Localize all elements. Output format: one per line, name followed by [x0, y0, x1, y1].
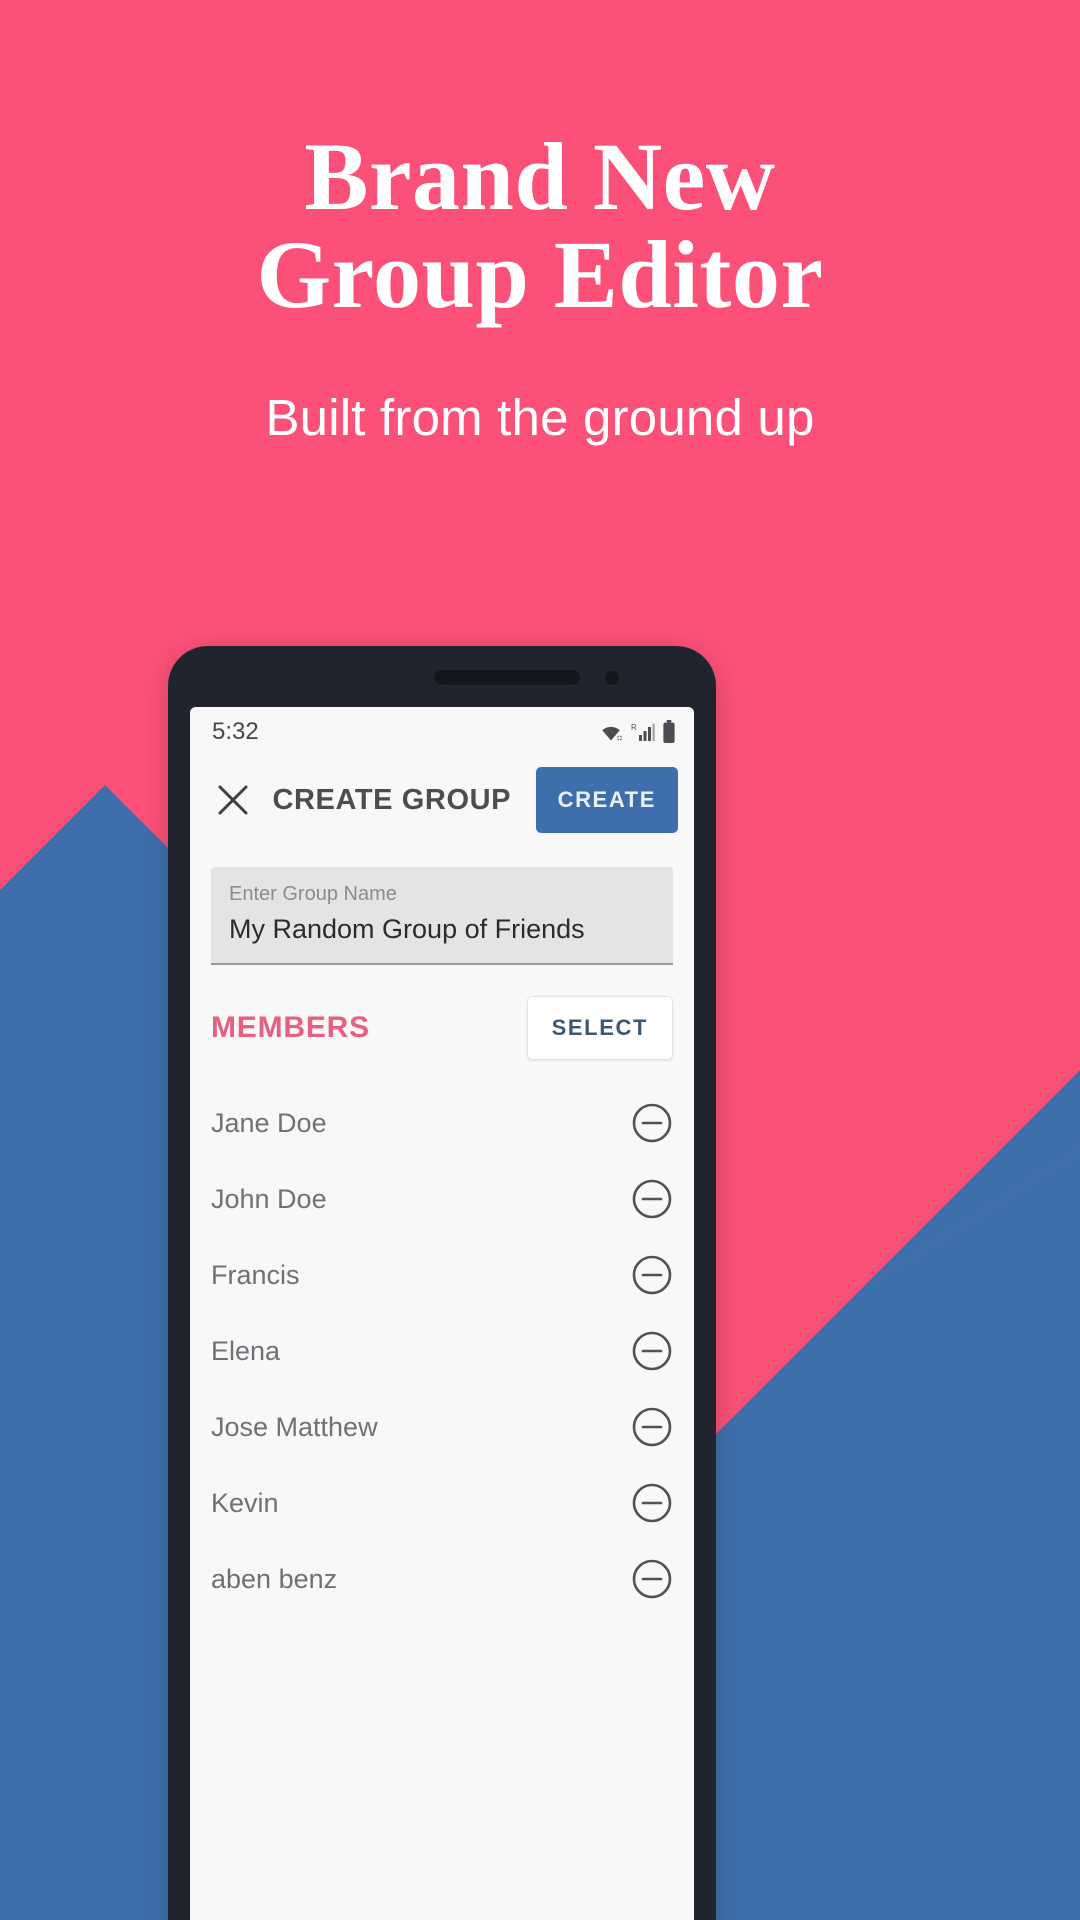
promo-headline-line-2: Group Editor	[256, 220, 824, 328]
phone-speaker-grille	[434, 670, 580, 685]
phone-screen: 5:32 R CREATE GROUP CREATE Enter Group N…	[190, 707, 694, 1920]
remove-circle-icon[interactable]	[631, 1406, 673, 1448]
remove-circle-icon[interactable]	[631, 1178, 673, 1220]
create-group-button[interactable]: CREATE	[535, 767, 678, 833]
remove-circle-icon[interactable]	[631, 1102, 673, 1144]
wifi-icon	[602, 726, 623, 742]
promo-subheadline: Built from the ground up	[265, 388, 815, 446]
group-name-input[interactable]: My Random Group of Friends	[229, 913, 655, 947]
members-title: MEMBERS	[211, 1011, 370, 1044]
member-row[interactable]: Kevin	[211, 1465, 673, 1541]
status-bar: 5:32 R	[190, 707, 694, 757]
remove-circle-icon[interactable]	[631, 1558, 673, 1600]
phone-mockup: 5:32 R CREATE GROUP CREATE Enter Group N…	[168, 646, 716, 1920]
members-list: Jane Doe John Doe Francis Elena Jose Mat…	[190, 1085, 694, 1617]
close-icon	[218, 785, 248, 815]
app-bar: CREATE GROUP CREATE	[190, 757, 694, 843]
member-name: Jose Matthew	[211, 1411, 378, 1442]
member-name: aben benz	[211, 1563, 338, 1594]
member-row[interactable]: Jose Matthew	[211, 1389, 673, 1465]
select-members-button[interactable]: SELECT	[526, 996, 673, 1060]
phone-front-camera	[605, 671, 619, 685]
member-name: Kevin	[211, 1487, 279, 1518]
battery-icon	[663, 720, 675, 743]
promo-headline: Brand New Group Editor	[0, 128, 1080, 324]
status-bar-icons: R	[598, 720, 676, 744]
member-row[interactable]: Jane Doe	[211, 1085, 673, 1161]
remove-circle-icon[interactable]	[631, 1482, 673, 1524]
remove-circle-icon[interactable]	[631, 1254, 673, 1296]
status-bar-time: 5:32	[212, 718, 259, 745]
member-name: Jane Doe	[211, 1107, 327, 1138]
group-name-field[interactable]: Enter Group Name My Random Group of Frie…	[211, 867, 673, 965]
signal-icon: R	[631, 723, 655, 741]
svg-text:R: R	[631, 723, 637, 732]
members-section-header: MEMBERS SELECT	[211, 995, 673, 1061]
promo-text-block: Brand New Group Editor Built from the gr…	[0, 128, 1080, 446]
promo-headline-line-1: Brand New	[304, 123, 776, 230]
remove-circle-icon[interactable]	[631, 1330, 673, 1372]
group-name-label: Enter Group Name	[229, 883, 397, 905]
member-row[interactable]: Francis	[211, 1237, 673, 1313]
member-name: Elena	[211, 1335, 281, 1366]
app-bar-title: CREATE GROUP	[272, 783, 512, 816]
member-name: John Doe	[211, 1183, 327, 1214]
member-name: Francis	[211, 1259, 300, 1290]
close-button[interactable]	[210, 777, 256, 823]
member-row[interactable]: Elena	[211, 1313, 673, 1389]
member-row[interactable]: John Doe	[211, 1161, 673, 1237]
promo-poster: Brand New Group Editor Built from the gr…	[0, 0, 1080, 1920]
member-row[interactable]: aben benz	[211, 1541, 673, 1617]
